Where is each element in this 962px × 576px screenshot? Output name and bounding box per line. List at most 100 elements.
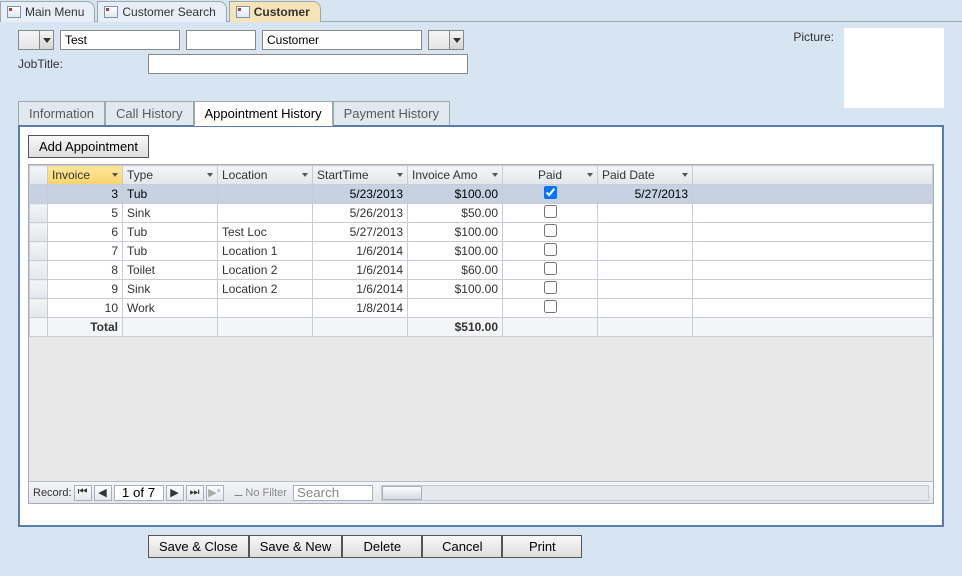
title-combo[interactable] bbox=[18, 30, 54, 50]
cell-paid-date[interactable] bbox=[598, 299, 693, 318]
table-row[interactable]: 9SinkLocation 21/6/2014$100.00 bbox=[30, 280, 933, 299]
filter-indicator[interactable]: ⚊No Filter bbox=[234, 486, 287, 499]
paid-checkbox[interactable] bbox=[544, 262, 557, 275]
tab-appointment-history[interactable]: Appointment History bbox=[194, 101, 333, 126]
cell-invoice[interactable]: 8 bbox=[48, 261, 123, 280]
table-row[interactable]: 3Tub5/23/2013$100.005/27/2013 bbox=[30, 185, 933, 204]
cell-paid[interactable] bbox=[503, 261, 598, 280]
cell-paid-date[interactable] bbox=[598, 280, 693, 299]
col-paid-date[interactable]: Paid Date bbox=[598, 166, 693, 185]
paid-checkbox[interactable] bbox=[544, 281, 557, 294]
save-close-button[interactable]: Save & Close bbox=[148, 535, 249, 558]
cell-paid[interactable] bbox=[503, 223, 598, 242]
cell-type[interactable]: Tub bbox=[123, 185, 218, 204]
col-paid[interactable]: Paid bbox=[503, 166, 598, 185]
col-type[interactable]: Type bbox=[123, 166, 218, 185]
cell-invoice[interactable]: 5 bbox=[48, 204, 123, 223]
suffix-combo[interactable] bbox=[428, 30, 464, 50]
nav-last-button[interactable]: ⏭ bbox=[186, 485, 204, 501]
middle-name-field[interactable] bbox=[186, 30, 256, 50]
cell-invoice-amount[interactable]: $60.00 bbox=[408, 261, 503, 280]
nav-prev-button[interactable]: ◀ bbox=[94, 485, 112, 501]
tab-call-history[interactable]: Call History bbox=[105, 101, 193, 125]
cell-starttime[interactable]: 5/26/2013 bbox=[313, 204, 408, 223]
cell-paid-date[interactable] bbox=[598, 261, 693, 280]
cell-starttime[interactable]: 5/23/2013 bbox=[313, 185, 408, 204]
cell-paid-date[interactable] bbox=[598, 204, 693, 223]
paid-checkbox[interactable] bbox=[544, 243, 557, 256]
row-selector[interactable] bbox=[30, 185, 48, 204]
cell-type[interactable]: Sink bbox=[123, 204, 218, 223]
col-invoice[interactable]: Invoice bbox=[48, 166, 123, 185]
cell-starttime[interactable]: 1/6/2014 bbox=[313, 280, 408, 299]
save-new-button[interactable]: Save & New bbox=[249, 535, 343, 558]
tab-payment-history[interactable]: Payment History bbox=[333, 101, 450, 125]
table-row[interactable]: 5Sink 5/26/2013$50.00 bbox=[30, 204, 933, 223]
paid-checkbox[interactable] bbox=[544, 186, 557, 199]
cell-invoice[interactable]: 7 bbox=[48, 242, 123, 261]
cell-type[interactable]: Sink bbox=[123, 280, 218, 299]
cell-location[interactable]: Test Loc bbox=[218, 223, 313, 242]
cell-paid[interactable] bbox=[503, 185, 598, 204]
tab-customer-search[interactable]: Customer Search bbox=[97, 1, 226, 22]
cell-starttime[interactable]: 1/8/2014 bbox=[313, 299, 408, 318]
col-invoice-amount[interactable]: Invoice Amo bbox=[408, 166, 503, 185]
row-selector[interactable] bbox=[30, 242, 48, 261]
delete-button[interactable]: Delete bbox=[342, 535, 422, 558]
select-all-cell[interactable] bbox=[30, 166, 48, 185]
tab-information[interactable]: Information bbox=[18, 101, 105, 125]
cell-invoice-amount[interactable] bbox=[408, 299, 503, 318]
cell-type[interactable]: Work bbox=[123, 299, 218, 318]
cell-paid-date[interactable]: 5/27/2013 bbox=[598, 185, 693, 204]
cell-invoice-amount[interactable]: $100.00 bbox=[408, 242, 503, 261]
table-row[interactable]: 7TubLocation 11/6/2014$100.00 bbox=[30, 242, 933, 261]
nav-new-button[interactable]: ▶* bbox=[206, 485, 224, 501]
cell-starttime[interactable]: 1/6/2014 bbox=[313, 242, 408, 261]
col-starttime[interactable]: StartTime bbox=[313, 166, 408, 185]
paid-checkbox[interactable] bbox=[544, 224, 557, 237]
cell-type[interactable]: Tub bbox=[123, 242, 218, 261]
cell-starttime[interactable]: 1/6/2014 bbox=[313, 261, 408, 280]
cell-location[interactable] bbox=[218, 204, 313, 223]
cell-location[interactable]: Location 2 bbox=[218, 261, 313, 280]
row-selector[interactable] bbox=[30, 223, 48, 242]
cell-location[interactable]: Location 1 bbox=[218, 242, 313, 261]
search-input[interactable] bbox=[293, 485, 373, 501]
table-row[interactable]: 10Work 1/8/2014 bbox=[30, 299, 933, 318]
cell-paid[interactable] bbox=[503, 204, 598, 223]
cell-type[interactable]: Toilet bbox=[123, 261, 218, 280]
tab-main-menu[interactable]: Main Menu bbox=[0, 1, 95, 22]
cell-paid-date[interactable] bbox=[598, 242, 693, 261]
cell-paid[interactable] bbox=[503, 280, 598, 299]
cell-invoice[interactable]: 10 bbox=[48, 299, 123, 318]
cell-invoice[interactable]: 6 bbox=[48, 223, 123, 242]
col-location[interactable]: Location bbox=[218, 166, 313, 185]
cell-type[interactable]: Tub bbox=[123, 223, 218, 242]
cell-invoice-amount[interactable]: $50.00 bbox=[408, 204, 503, 223]
paid-checkbox[interactable] bbox=[544, 300, 557, 313]
paid-checkbox[interactable] bbox=[544, 205, 557, 218]
row-selector[interactable] bbox=[30, 204, 48, 223]
nav-next-button[interactable]: ▶ bbox=[166, 485, 184, 501]
cell-invoice-amount[interactable]: $100.00 bbox=[408, 280, 503, 299]
record-position[interactable] bbox=[114, 485, 164, 501]
cell-starttime[interactable]: 5/27/2013 bbox=[313, 223, 408, 242]
picture-box[interactable] bbox=[844, 28, 944, 108]
cell-invoice[interactable]: 9 bbox=[48, 280, 123, 299]
cell-location[interactable] bbox=[218, 185, 313, 204]
nav-first-button[interactable]: ⏮ bbox=[74, 485, 92, 501]
horizontal-scrollbar[interactable] bbox=[381, 485, 929, 501]
tab-customer[interactable]: Customer bbox=[229, 1, 321, 22]
first-name-field[interactable] bbox=[60, 30, 180, 50]
cell-location[interactable] bbox=[218, 299, 313, 318]
add-appointment-button[interactable]: Add Appointment bbox=[28, 135, 149, 158]
cell-invoice-amount[interactable]: $100.00 bbox=[408, 185, 503, 204]
print-button[interactable]: Print bbox=[502, 535, 582, 558]
table-row[interactable]: 8ToiletLocation 21/6/2014$60.00 bbox=[30, 261, 933, 280]
cell-paid[interactable] bbox=[503, 242, 598, 261]
cell-paid-date[interactable] bbox=[598, 223, 693, 242]
row-selector[interactable] bbox=[30, 261, 48, 280]
cancel-button[interactable]: Cancel bbox=[422, 535, 502, 558]
table-row[interactable]: 6TubTest Loc5/27/2013$100.00 bbox=[30, 223, 933, 242]
cell-location[interactable]: Location 2 bbox=[218, 280, 313, 299]
